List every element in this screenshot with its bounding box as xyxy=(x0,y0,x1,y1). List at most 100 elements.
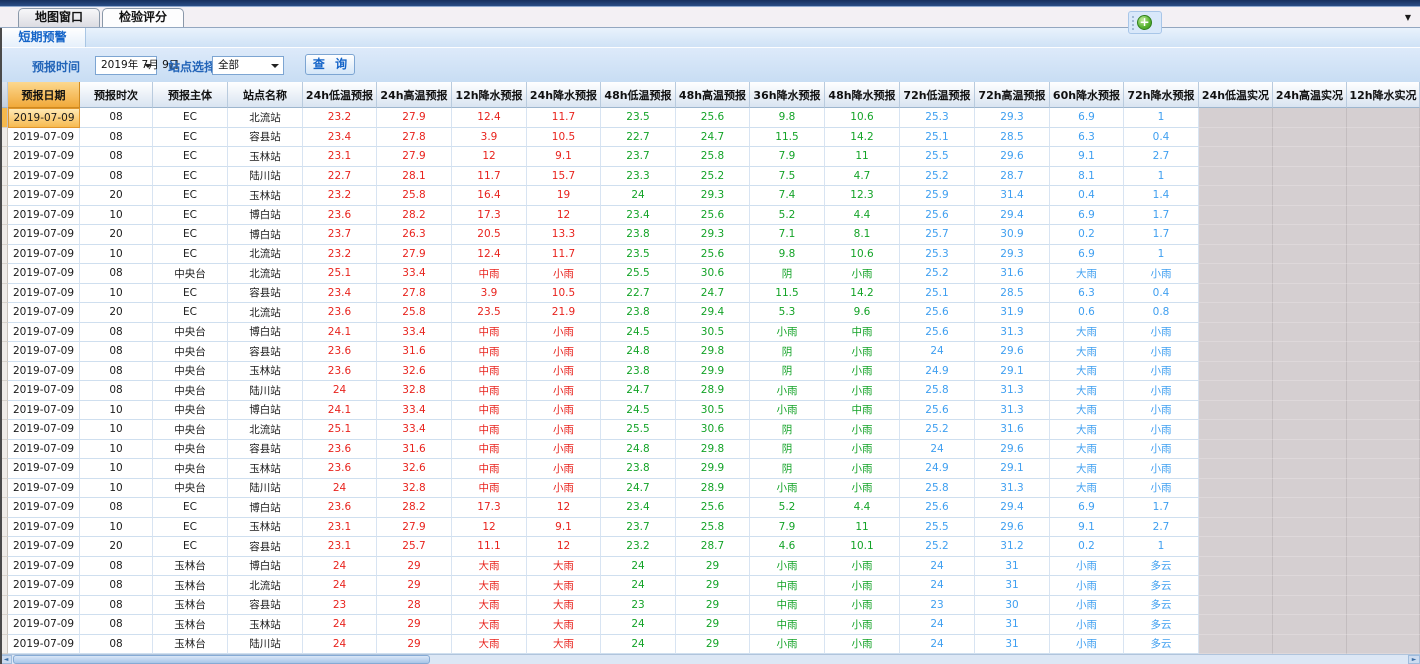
cell-60h降水预报[interactable]: 大雨 xyxy=(1050,420,1124,440)
cell-12h降水实况[interactable] xyxy=(1347,557,1420,577)
scroll-right-icon[interactable]: ► xyxy=(1408,655,1420,664)
cell-48h低温预报[interactable]: 22.7 xyxy=(601,284,676,304)
cell-24h低温预报[interactable]: 23.2 xyxy=(303,108,377,128)
tab-map-window[interactable]: 地图窗口 xyxy=(18,8,100,27)
cell-12h降水预报[interactable]: 中雨 xyxy=(452,420,527,440)
cell-60h降水预报[interactable]: 小雨 xyxy=(1050,615,1124,635)
cell-24h低温预报[interactable]: 23 xyxy=(303,596,377,616)
cell-72h降水预报[interactable]: 多云 xyxy=(1124,635,1199,655)
cell-36h降水预报[interactable]: 阴 xyxy=(750,420,825,440)
cell-36h降水预报[interactable]: 阴 xyxy=(750,459,825,479)
column-header-36h降水预报[interactable]: 36h降水预报 xyxy=(750,82,825,108)
cell-预报主体[interactable]: EC xyxy=(153,225,228,245)
cell-48h低温预报[interactable]: 23.4 xyxy=(601,498,676,518)
cell-12h降水实况[interactable] xyxy=(1347,342,1420,362)
cell-24h低温预报[interactable]: 23.2 xyxy=(303,245,377,265)
cell-12h降水预报[interactable]: 中雨 xyxy=(452,401,527,421)
cell-24h低温预报[interactable]: 24.1 xyxy=(303,323,377,343)
cell-24h低温预报[interactable]: 23.1 xyxy=(303,147,377,167)
cell-24h高温实况[interactable] xyxy=(1273,440,1347,460)
cell-48h降水预报[interactable]: 小雨 xyxy=(825,557,900,577)
cell-48h高温预报[interactable]: 29 xyxy=(676,576,750,596)
cell-36h降水预报[interactable]: 5.2 xyxy=(750,206,825,226)
cell-48h降水预报[interactable]: 10.6 xyxy=(825,245,900,265)
cell-48h降水预报[interactable]: 小雨 xyxy=(825,440,900,460)
cell-预报时次[interactable]: 08 xyxy=(80,342,153,362)
cell-24h降水预报[interactable]: 大雨 xyxy=(527,596,601,616)
cell-72h降水预报[interactable]: 多云 xyxy=(1124,557,1199,577)
cell-24h高温实况[interactable] xyxy=(1273,167,1347,187)
cell-72h降水预报[interactable]: 1.7 xyxy=(1124,225,1199,245)
cell-12h降水实况[interactable] xyxy=(1347,108,1420,128)
cell-24h高温实况[interactable] xyxy=(1273,147,1347,167)
cell-24h降水预报[interactable]: 小雨 xyxy=(527,440,601,460)
cell-12h降水实况[interactable] xyxy=(1347,245,1420,265)
cell-24h低温预报[interactable]: 24 xyxy=(303,576,377,596)
cell-24h高温实况[interactable] xyxy=(1273,245,1347,265)
cell-12h降水实况[interactable] xyxy=(1347,303,1420,323)
cell-60h降水预报[interactable]: 小雨 xyxy=(1050,635,1124,655)
cell-24h高温预报[interactable]: 32.8 xyxy=(377,381,452,401)
cell-72h降水预报[interactable]: 0.8 xyxy=(1124,303,1199,323)
cell-48h降水预报[interactable]: 小雨 xyxy=(825,342,900,362)
cell-72h低温预报[interactable]: 25.6 xyxy=(900,323,975,343)
cell-24h降水预报[interactable]: 12 xyxy=(527,498,601,518)
cell-72h降水预报[interactable]: 0.4 xyxy=(1124,284,1199,304)
cell-60h降水预报[interactable]: 小雨 xyxy=(1050,596,1124,616)
cell-24h低温实况[interactable] xyxy=(1199,381,1273,401)
cell-72h降水预报[interactable]: 小雨 xyxy=(1124,420,1199,440)
cell-60h降水预报[interactable]: 大雨 xyxy=(1050,381,1124,401)
cell-预报日期[interactable]: 2019-07-09 xyxy=(8,498,80,518)
cell-预报主体[interactable]: EC xyxy=(153,206,228,226)
cell-72h高温预报[interactable]: 31.3 xyxy=(975,401,1050,421)
cell-24h高温实况[interactable] xyxy=(1273,186,1347,206)
cell-72h高温预报[interactable]: 30 xyxy=(975,596,1050,616)
cell-12h降水预报[interactable]: 大雨 xyxy=(452,576,527,596)
cell-72h高温预报[interactable]: 29.6 xyxy=(975,518,1050,538)
cell-24h高温实况[interactable] xyxy=(1273,537,1347,557)
cell-预报时次[interactable]: 10 xyxy=(80,459,153,479)
cell-24h降水预报[interactable]: 小雨 xyxy=(527,381,601,401)
cell-60h降水预报[interactable]: 大雨 xyxy=(1050,440,1124,460)
cell-预报时次[interactable]: 08 xyxy=(80,635,153,655)
cell-24h低温预报[interactable]: 23.6 xyxy=(303,206,377,226)
cell-预报时次[interactable]: 08 xyxy=(80,108,153,128)
cell-48h高温预报[interactable]: 25.6 xyxy=(676,108,750,128)
cell-24h高温预报[interactable]: 28 xyxy=(377,596,452,616)
cell-48h高温预报[interactable]: 29.9 xyxy=(676,362,750,382)
cell-12h降水实况[interactable] xyxy=(1347,284,1420,304)
cell-预报主体[interactable]: 中央台 xyxy=(153,362,228,382)
cell-12h降水预报[interactable]: 中雨 xyxy=(452,264,527,284)
cell-预报主体[interactable]: 中央台 xyxy=(153,381,228,401)
cell-24h高温预报[interactable]: 29 xyxy=(377,615,452,635)
cell-24h高温预报[interactable]: 27.9 xyxy=(377,108,452,128)
tab-overflow-dropdown-icon[interactable]: ▼ xyxy=(1405,13,1411,22)
cell-预报日期[interactable]: 2019-07-09 xyxy=(8,635,80,655)
cell-预报日期[interactable]: 2019-07-09 xyxy=(8,459,80,479)
cell-36h降水预报[interactable]: 阴 xyxy=(750,342,825,362)
cell-24h高温实况[interactable] xyxy=(1273,303,1347,323)
cell-12h降水预报[interactable]: 12.4 xyxy=(452,108,527,128)
cell-60h降水预报[interactable]: 6.3 xyxy=(1050,128,1124,148)
cell-12h降水实况[interactable] xyxy=(1347,147,1420,167)
cell-站点名称[interactable]: 容县站 xyxy=(228,128,303,148)
cell-24h高温预报[interactable]: 33.4 xyxy=(377,323,452,343)
cell-48h降水预报[interactable]: 14.2 xyxy=(825,284,900,304)
cell-24h低温实况[interactable] xyxy=(1199,459,1273,479)
cell-12h降水预报[interactable]: 11.1 xyxy=(452,537,527,557)
cell-24h低温实况[interactable] xyxy=(1199,596,1273,616)
cell-60h降水预报[interactable]: 大雨 xyxy=(1050,323,1124,343)
cell-48h低温预报[interactable]: 24 xyxy=(601,635,676,655)
cell-72h高温预报[interactable]: 31.3 xyxy=(975,479,1050,499)
cell-12h降水预报[interactable]: 中雨 xyxy=(452,479,527,499)
cell-站点名称[interactable]: 北流站 xyxy=(228,420,303,440)
cell-24h降水预报[interactable]: 9.1 xyxy=(527,518,601,538)
cell-预报时次[interactable]: 10 xyxy=(80,440,153,460)
cell-24h高温预报[interactable]: 27.9 xyxy=(377,147,452,167)
cell-24h降水预报[interactable]: 小雨 xyxy=(527,323,601,343)
cell-60h降水预报[interactable]: 8.1 xyxy=(1050,167,1124,187)
cell-72h低温预报[interactable]: 25.8 xyxy=(900,381,975,401)
cell-72h降水预报[interactable]: 1 xyxy=(1124,167,1199,187)
cell-12h降水预报[interactable]: 3.9 xyxy=(452,284,527,304)
cell-24h高温预报[interactable]: 33.4 xyxy=(377,264,452,284)
